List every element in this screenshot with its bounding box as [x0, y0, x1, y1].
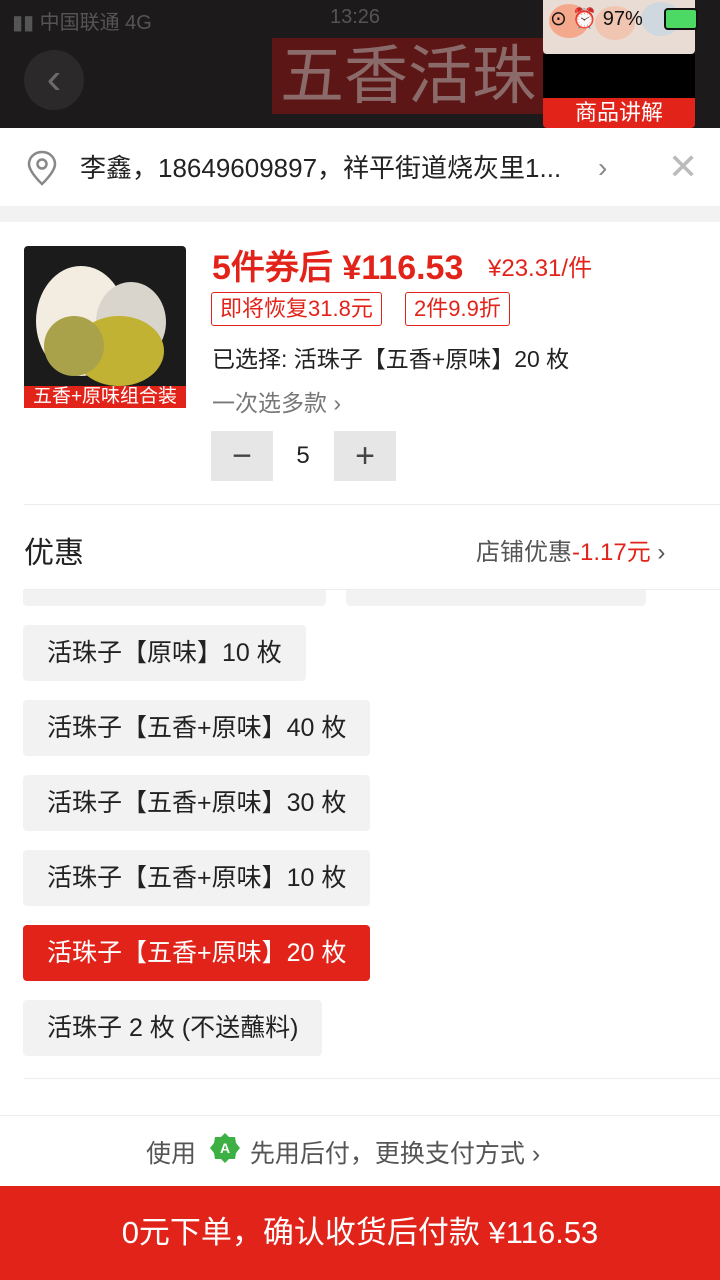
variant-option-partial[interactable]: [23, 590, 326, 606]
product-image-caption: 五香+原味组合装: [24, 386, 186, 408]
selected-variant-text: 已选择: 活珠子【五香+原味】20 枚: [212, 346, 570, 372]
quantity-value[interactable]: 5: [273, 431, 333, 481]
unit-price: ¥23.31/件: [488, 255, 593, 282]
back-button[interactable]: ‹: [24, 50, 84, 110]
place-order-button[interactable]: 0元下单，确认收货后付款 ¥116.53: [0, 1186, 720, 1280]
battery-label: 97%: [602, 8, 643, 30]
live-video[interactable]: [543, 54, 695, 98]
signal-icon: ▮▮: [12, 12, 35, 34]
chevron-right-icon: ›: [657, 539, 666, 566]
discount-title: 优惠: [24, 537, 84, 570]
carrier-label: 中国联通: [39, 12, 120, 34]
section-gap: [0, 206, 720, 222]
banner-title: 五香活珠: [272, 38, 580, 114]
multi-select-link[interactable]: 一次选多款 ›: [212, 384, 341, 418]
variant-option[interactable]: 活珠子【五香+原味】30 枚: [23, 775, 371, 831]
payment-method-link[interactable]: 使用 先用后付，更换支付方式 ›: [146, 1134, 540, 1170]
chevron-left-icon: ‹: [46, 54, 62, 103]
close-icon[interactable]: ✕: [668, 146, 698, 188]
live-explain-label[interactable]: 商品讲解: [543, 98, 695, 128]
address-text[interactable]: 李鑫，18649609897，祥平街道烧灰里1...: [80, 150, 561, 186]
status-right: ⊙ ⏰ 97%: [550, 6, 643, 31]
product-image[interactable]: [24, 246, 186, 408]
svg-text:A: A: [220, 1140, 230, 1156]
variant-option[interactable]: 活珠子【原味】10 枚: [23, 625, 306, 681]
chevron-right-icon: ›: [531, 1140, 541, 1168]
battery-icon: [664, 8, 698, 30]
divider: [24, 504, 720, 505]
location-pin-icon: [27, 150, 57, 186]
variant-option[interactable]: 活珠子 2 枚 (不送蘸料): [23, 1000, 323, 1056]
variant-option[interactable]: 活珠子【五香+原味】40 枚: [23, 700, 371, 756]
chevron-right-icon: ›: [598, 152, 608, 183]
status-time: 13:26: [330, 6, 381, 28]
alarm-icon: ⏰: [572, 8, 598, 30]
network-label: 4G: [125, 12, 152, 34]
discount-tag: 2件9.9折: [405, 292, 510, 326]
quantity-plus-button[interactable]: +: [334, 431, 396, 481]
chevron-right-icon: ›: [333, 390, 342, 416]
pay-later-icon: A: [210, 1133, 240, 1163]
variant-option-selected[interactable]: 活珠子【五香+原味】20 枚: [23, 925, 371, 981]
price-after-coupon: 5件券后 ¥116.53: [212, 249, 464, 287]
divider: [24, 1078, 720, 1079]
quantity-minus-button[interactable]: −: [211, 431, 273, 481]
variant-option[interactable]: 活珠子【五香+原味】10 枚: [23, 850, 371, 906]
store-discount[interactable]: 店铺优惠-1.17元 ›: [476, 532, 665, 567]
variant-option-partial[interactable]: [346, 590, 646, 606]
rotation-lock-icon: ⊙: [550, 8, 567, 30]
price-restore-tag: 即将恢复31.8元: [211, 292, 382, 326]
divider: [0, 1115, 720, 1116]
